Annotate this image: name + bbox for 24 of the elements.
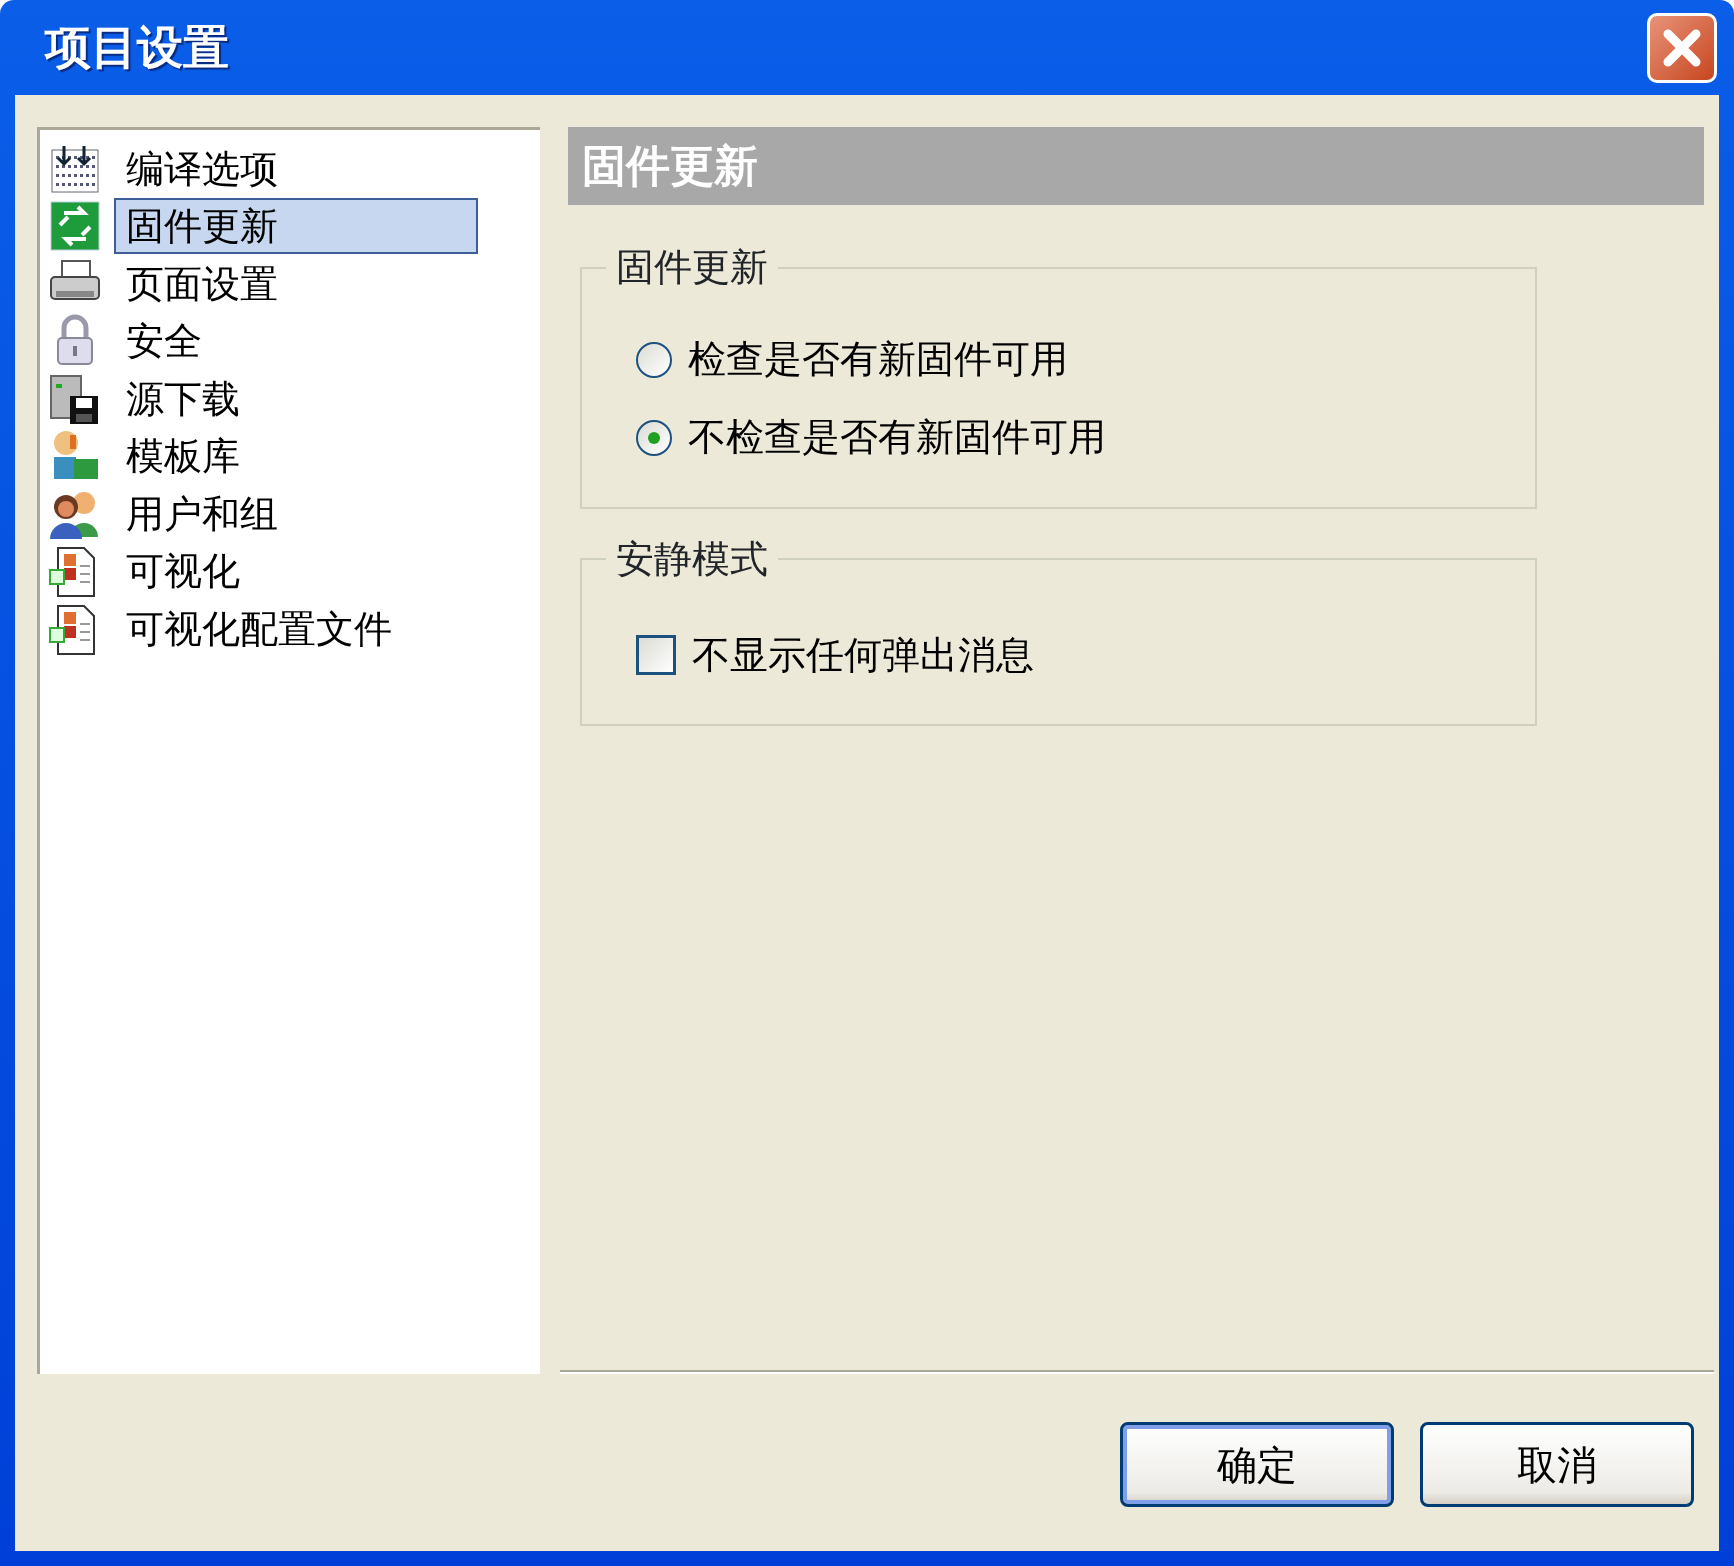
cancel-button[interactable]: 取消: [1420, 1422, 1694, 1507]
sidebar-item[interactable]: 可视化配置文件: [114, 600, 404, 657]
radio-label[interactable]: 不检查是否有新固件可用: [688, 409, 1106, 467]
close-button[interactable]: [1647, 12, 1717, 83]
sidebar-item[interactable]: 用户和组: [114, 485, 290, 542]
sidebar-item[interactable]: 源下载: [114, 370, 252, 427]
refresh-icon: [48, 199, 102, 254]
group-title: 固件更新: [615, 245, 769, 291]
ok-button[interactable]: 确定: [1120, 1422, 1394, 1507]
section-header: 固件更新: [568, 127, 1704, 205]
radio-button[interactable]: [636, 419, 672, 456]
sidebar-item[interactable]: 固件更新: [114, 198, 478, 255]
sidebar-item[interactable]: 页面设置: [114, 255, 290, 312]
close-icon: [1662, 27, 1702, 68]
sidebar-item[interactable]: 可视化: [114, 543, 252, 600]
radio-label[interactable]: 检查是否有新固件可用: [688, 331, 1068, 389]
sidebar-item[interactable]: 模板库: [114, 428, 252, 485]
group-title: 安静模式: [615, 536, 769, 583]
window-title: 项目设置: [45, 19, 229, 76]
sidebar-item[interactable]: 编译选项: [114, 140, 290, 197]
checkbox-label[interactable]: 不显示任何弹出消息: [692, 626, 1034, 684]
checkbox[interactable]: [636, 635, 676, 676]
radio-button[interactable]: [636, 341, 672, 378]
sidebar-item[interactable]: 安全: [114, 313, 214, 370]
